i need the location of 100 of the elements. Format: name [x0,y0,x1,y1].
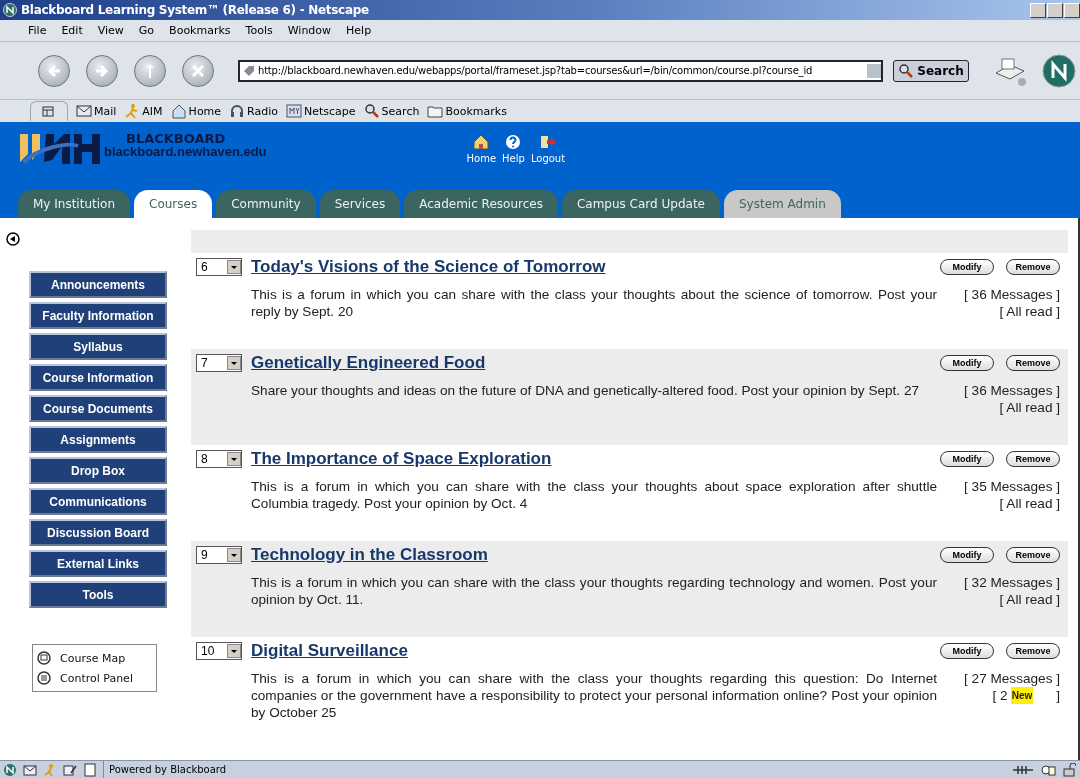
tab[interactable]: System Admin [723,190,841,218]
message-count-link[interactable]: [ 27 Messages ] [964,670,1060,687]
message-count-link[interactable]: [ 36 Messages ] [964,286,1060,303]
site-url: blackboard.newhaven.edu [104,145,267,158]
order-select[interactable]: 9 [196,546,242,564]
headphones-icon[interactable] [229,103,246,119]
course-menu-button[interactable]: Announcements [29,271,167,298]
back-button[interactable] [38,54,70,87]
toolbar-link[interactable]: Home [188,104,222,118]
course-menu-button[interactable]: Assignments [29,426,167,453]
door-arrow-icon [540,134,556,150]
tab[interactable]: Services [319,190,401,218]
menu-item[interactable]: Window [287,24,332,37]
toolbar-link[interactable]: Mail [94,104,117,118]
tab[interactable]: Community [216,190,316,218]
netscape-logo-icon[interactable] [1042,53,1076,88]
course-menu-button[interactable]: Syllabus [29,333,167,360]
up-arrow-icon [146,63,154,78]
status-text: Powered by Blackboard [103,761,1006,778]
bracket-text: ] [1056,687,1060,704]
message-count-link[interactable]: [ 36 Messages ] [964,382,1060,399]
message-count-link[interactable]: [ 35 Messages ] [964,478,1060,495]
read-status: [ All read ] [999,399,1060,416]
tab[interactable]: Campus Card Update [561,190,720,218]
course-menu-button[interactable]: Drop Box [29,457,167,484]
window-title: Blackboard Learning System™ (Release 6) - Netscape [21,3,369,17]
address-field[interactable]: http://blackboard.newhaven.edu/webapps/portal/frameset.jsp?tab=courses&url=/bin/common/course.pl?course_id [238,59,883,82]
forum-description: This is a forum in which you can share with the class your thoughts about the science of tomorrow. Post your reply by Sept. 20 [251,286,937,320]
menu-item[interactable]: Tools [245,24,273,37]
course-menu-button[interactable]: Course Information [29,364,167,391]
sidebar-toggle-button[interactable] [30,101,68,121]
netscape-logo-icon[interactable] [3,762,17,777]
tool-link[interactable]: Course Map [37,651,152,665]
menu-item[interactable]: View [97,24,124,37]
close-button[interactable] [1064,2,1080,18]
course-menu-button[interactable]: External Links [29,550,167,577]
forum-action-button[interactable]: Modify [940,643,994,659]
maximize-button[interactable] [1047,2,1063,18]
stop-button[interactable] [182,54,214,87]
course-menu-button[interactable]: Communications [29,488,167,515]
forum-title-link[interactable]: The Importance of Space Exploration [251,449,552,469]
reload-button[interactable] [134,54,166,87]
minimize-button[interactable] [1030,2,1046,18]
forum-action-button[interactable]: Remove [1006,259,1060,275]
message-count-link[interactable]: [ 32 Messages ] [964,574,1060,591]
menu-item[interactable]: Edit [61,24,83,37]
read-status: [ All read ] [999,591,1060,608]
forum-action-button[interactable]: Modify [940,451,994,467]
menu-item[interactable]: File [28,24,47,37]
house-icon[interactable] [170,103,187,119]
new-count: [ 2 [992,687,1008,704]
toolbar-link[interactable]: Bookmarks [445,104,507,118]
search-button[interactable]: Search [893,59,969,82]
toolbar-link[interactable]: Netscape [304,104,356,118]
tab[interactable]: Academic Resources [404,190,558,218]
course-menu-button[interactable]: Course Documents [29,395,167,422]
sidebar-icon [42,105,56,118]
tab[interactable]: My Institution [18,190,130,218]
course-menu-button[interactable]: Discussion Board [29,519,167,546]
forum-action-button[interactable]: Modify [940,547,994,563]
forum-action-button[interactable]: Modify [940,355,994,371]
my-icon[interactable] [286,103,302,119]
header-link[interactable]: Help [502,134,525,174]
tool-link[interactable]: Control Panel [37,671,152,685]
tag-icon [243,64,255,77]
forum-action-button[interactable]: Remove [1006,547,1060,563]
menu-item[interactable]: Bookmarks [169,24,231,37]
forward-button[interactable] [86,54,118,87]
course-menu-button[interactable]: Tools [29,581,167,608]
order-select[interactable]: 10 [196,642,242,660]
header-link[interactable]: Logout [530,134,566,174]
forum-title-link[interactable]: Genetically Engineered Food [251,353,486,373]
forum-description: This is a forum in which you can share with the class your thoughts regarding this question: Do Internet companies or the government have a responsibility to protect your personal information online? Post your opinion by October 25 [251,670,937,721]
order-select[interactable]: 8 [196,450,242,468]
folder-icon[interactable] [427,103,444,119]
toolbar-link[interactable]: AIM [142,104,163,118]
menu-item[interactable]: Go [138,24,155,37]
toolbar-link[interactable]: Search [381,104,420,118]
toolbar-link[interactable]: Radio [247,104,278,118]
site-title: BLACKBOARD [125,132,227,145]
forum-action-button[interactable]: Modify [940,259,994,275]
page-icon[interactable] [83,762,97,777]
header-link[interactable]: Home [466,134,497,174]
forum-action-button[interactable]: Remove [1006,451,1060,467]
order-select[interactable]: 6 [196,258,242,276]
tab[interactable]: Courses [134,190,213,218]
composer-icon[interactable] [63,762,77,777]
order-select[interactable]: 7 [196,354,242,372]
course-menu-button[interactable]: Faculty Information [29,302,167,329]
search-icon[interactable] [363,103,380,119]
forum-action-button[interactable]: Remove [1006,355,1060,371]
forum-action-button[interactable]: Remove [1006,643,1060,659]
map-icon [37,651,51,665]
forum-title-link[interactable]: Technology in the Classroom [251,545,488,565]
read-status: [ All read ] [999,303,1060,320]
forum-title-link[interactable]: Digital Surveillance [251,641,408,661]
mail-icon[interactable] [23,762,37,777]
menu-item[interactable]: Help [346,24,372,37]
forum-title-link[interactable]: Today's Visions of the Science of Tomorrow [251,257,606,277]
mail-icon[interactable] [76,103,92,119]
